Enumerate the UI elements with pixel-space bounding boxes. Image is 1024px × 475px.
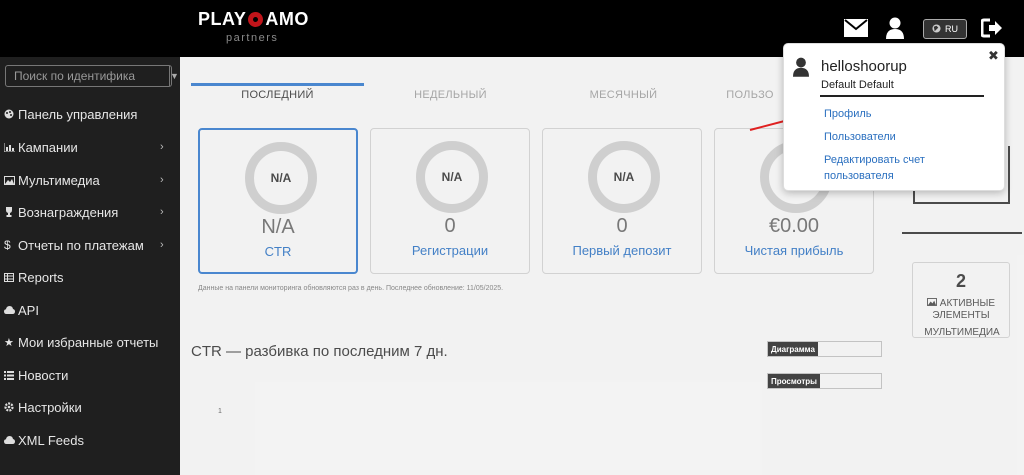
chevron-right-icon: › bbox=[160, 239, 164, 251]
card-label: Чистая прибыль bbox=[744, 243, 844, 258]
active-tab-indicator bbox=[191, 83, 364, 86]
axis-tick-label: 1 bbox=[218, 408, 222, 415]
list-icon bbox=[0, 370, 18, 380]
search-input[interactable] bbox=[6, 66, 169, 86]
chevron-right-icon: › bbox=[160, 174, 164, 186]
sidebar-item-label: Мультимедиа bbox=[18, 172, 100, 188]
sidebar-item-label: Кампании bbox=[18, 139, 78, 155]
stat-label-line-2: ЭЛЕМЕНТЫ bbox=[932, 310, 990, 321]
sidebar-item-settings[interactable]: Настройки bbox=[0, 391, 180, 423]
divider bbox=[902, 232, 1022, 234]
card-label: CTR bbox=[264, 244, 292, 259]
star-icon: ★ bbox=[4, 336, 14, 349]
metric-card-ctr[interactable]: N/A N/A CTR bbox=[198, 128, 358, 274]
sidebar-item-label: XML Feeds bbox=[18, 432, 84, 448]
chevron-right-icon: › bbox=[160, 206, 164, 218]
logo-text-left: PLAY bbox=[198, 9, 247, 29]
ring-gauge: N/A bbox=[416, 141, 488, 213]
ring-gauge: N/A bbox=[588, 141, 660, 213]
sidebar-item-label: Настройки bbox=[18, 399, 82, 415]
trophy-icon bbox=[0, 207, 18, 217]
caret-down-icon[interactable]: ▼ bbox=[169, 66, 179, 86]
sidebar-item-news[interactable]: Новости bbox=[0, 359, 180, 391]
table-icon bbox=[0, 272, 18, 282]
popup-username: helloshoorup bbox=[821, 58, 907, 75]
search-box: ▼ bbox=[5, 65, 179, 87]
image-icon bbox=[927, 298, 937, 309]
chevron-right-icon: › bbox=[160, 141, 164, 153]
popup-fullname: Default Default bbox=[821, 79, 894, 91]
popup-divider bbox=[820, 95, 984, 97]
card-label: Регистрации bbox=[411, 243, 489, 258]
sidebar-item-api[interactable]: API bbox=[0, 294, 180, 326]
cloud-icon bbox=[0, 306, 18, 314]
sidebar-item-label: Мои избранные отчеты bbox=[18, 334, 159, 350]
select-label: Просмотры bbox=[768, 374, 821, 388]
logo-text-right: AMO bbox=[265, 9, 309, 29]
sidebar-item-multimedia[interactable]: Мультимедиа › bbox=[0, 164, 180, 196]
card-label: Первый депозит bbox=[572, 243, 672, 258]
card-value: N/A bbox=[261, 216, 295, 238]
bar-chart-icon bbox=[0, 142, 18, 152]
mail-icon[interactable] bbox=[844, 17, 868, 39]
user-icon[interactable] bbox=[885, 17, 905, 39]
section-title: CTR — разбивка по последним 7 дн. bbox=[191, 343, 448, 360]
sidebar-item-favorite-reports[interactable]: ★ Мои избранные отчеты bbox=[0, 326, 180, 358]
sidebar-item-dashboard[interactable]: Панель управления bbox=[0, 98, 180, 130]
metric-card-registrations[interactable]: N/A 0 Регистрации bbox=[370, 128, 530, 274]
close-icon[interactable]: ✖ bbox=[988, 48, 999, 64]
stat-label-line-1: АКТИВНЫЕ bbox=[939, 298, 995, 309]
language-button[interactable]: RU bbox=[923, 19, 967, 39]
sidebar-item-label: API bbox=[18, 302, 39, 318]
sidebar-item-xml-feeds[interactable]: XML Feeds bbox=[0, 424, 180, 456]
language-label: RU bbox=[945, 24, 958, 34]
stat-number: 2 bbox=[955, 271, 966, 291]
card-value: 0 bbox=[616, 215, 628, 237]
playamo-logo[interactable]: PLAY AMO partners bbox=[198, 9, 308, 47]
avatar-icon bbox=[793, 57, 809, 77]
gear-icon bbox=[0, 402, 18, 412]
update-note: Данные на панели мониторинга обновляются… bbox=[198, 285, 504, 292]
tab-weekly[interactable]: НЕДЕЛЬНЫЙ bbox=[364, 89, 537, 115]
sidebar-item-label: Вознаграждения bbox=[18, 204, 119, 220]
sidebar: ▼ Панель управления Кампании › Мультимед… bbox=[0, 57, 180, 475]
logout-icon[interactable] bbox=[981, 17, 1003, 39]
sidebar-item-campaigns[interactable]: Кампании › bbox=[0, 131, 180, 163]
metric-select[interactable]: Просмотры bbox=[767, 373, 882, 389]
select-label: Диаграмма bbox=[768, 342, 818, 356]
tab-latest[interactable]: ПОСЛЕДНИЙ bbox=[191, 89, 364, 115]
chart-type-select[interactable]: Диаграмма bbox=[767, 341, 882, 357]
profile-link[interactable]: Профиль bbox=[824, 106, 872, 122]
sidebar-item-reports[interactable]: Reports bbox=[0, 261, 180, 293]
sidebar-item-rewards[interactable]: Вознаграждения › bbox=[0, 196, 180, 228]
logo-subtitle: partners bbox=[226, 32, 279, 44]
users-link[interactable]: Пользователи bbox=[824, 129, 896, 145]
sidebar-item-label: Новости bbox=[18, 367, 69, 383]
edit-account-link[interactable]: Редактировать счет пользователя bbox=[824, 152, 974, 184]
image-icon bbox=[0, 175, 18, 185]
palette-icon bbox=[0, 109, 18, 119]
ring-gauge: N/A bbox=[245, 142, 317, 214]
dollar-icon: $ bbox=[4, 238, 11, 252]
card-value: 0 bbox=[444, 215, 456, 237]
sidebar-item-payment-reports[interactable]: $ Отчеты по платежам › bbox=[0, 229, 180, 261]
metric-card-first-deposit[interactable]: N/A 0 Первый депозит bbox=[542, 128, 702, 274]
card-value: €0.00 bbox=[768, 215, 820, 237]
user-dropdown: ✖ helloshoorup Default Default Профиль П… bbox=[783, 43, 1005, 191]
globe-icon bbox=[932, 23, 941, 35]
stat-label-line-3: МУЛЬТИМЕДИА bbox=[924, 327, 1000, 338]
cloud-icon bbox=[0, 436, 18, 444]
sidebar-item-label: Отчеты по платежам bbox=[18, 237, 144, 253]
sidebar-item-label: Панель управления bbox=[18, 106, 138, 122]
tab-monthly[interactable]: МЕСЯЧНЫЙ bbox=[537, 89, 710, 115]
stat-label: АКТИВНЫЕ ЭЛЕМЕНТЫ bbox=[913, 298, 1009, 322]
dice-icon bbox=[248, 12, 264, 27]
sidebar-item-label: Reports bbox=[18, 269, 64, 285]
